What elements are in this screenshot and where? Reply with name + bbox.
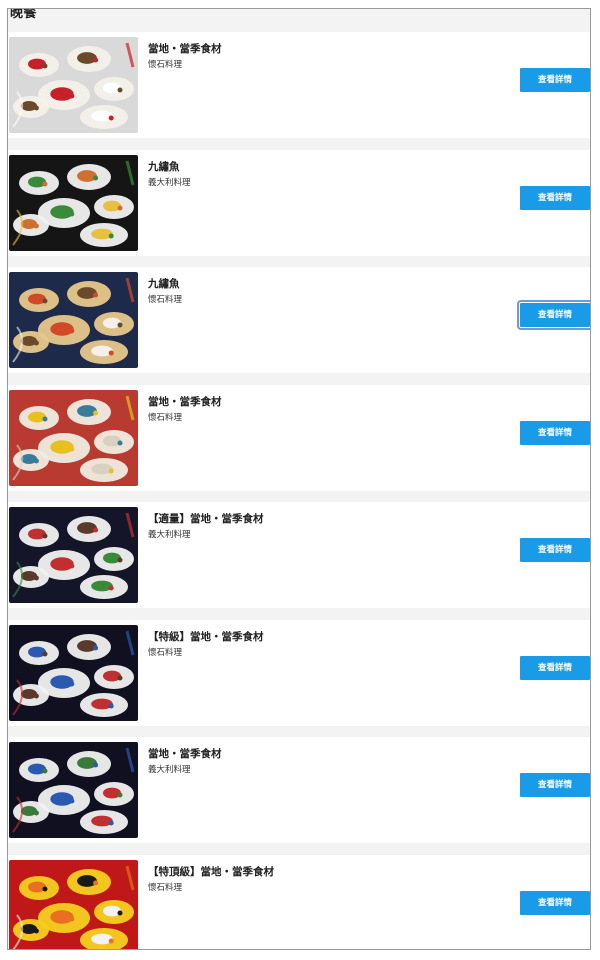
menu-item-card: 【特頂級】當地・當季食材 懷石料理查看詳情 bbox=[8, 854, 590, 949]
dish-title: 當地・當季食材 bbox=[148, 395, 222, 408]
view-details-button[interactable]: 查看詳情 bbox=[520, 185, 590, 210]
cuisine-type: 懷石料理 bbox=[148, 295, 183, 305]
menu-item-card: 【適量】當地・當季食材 義大利料理查看詳情 bbox=[8, 502, 590, 608]
view-details-button[interactable]: 查看詳情 bbox=[520, 538, 590, 562]
dish-photo-graphic bbox=[9, 742, 138, 838]
dish-title: 當地・當季食材 bbox=[148, 43, 222, 55]
dish-photo-graphic bbox=[9, 507, 138, 603]
dish-photo bbox=[9, 742, 138, 838]
dish-photo bbox=[9, 859, 138, 949]
dish-title: 【適量】當地・當季食材 bbox=[148, 513, 264, 525]
cuisine-type: 懷石料理 bbox=[148, 412, 183, 423]
cuisine-type: 懷石料理 bbox=[148, 647, 183, 658]
dish-photo-graphic bbox=[9, 859, 138, 949]
dish-photo bbox=[9, 154, 138, 251]
dish-photo-graphic bbox=[9, 154, 138, 251]
dish-title: 【特級】當地・當季食材 bbox=[148, 630, 264, 643]
cuisine-type: 義大利料理 bbox=[148, 765, 191, 775]
view-details-button[interactable]: 查看詳情 bbox=[520, 655, 590, 680]
dish-photo bbox=[9, 37, 138, 133]
view-details-button[interactable]: 查看詳情 bbox=[517, 300, 590, 330]
cuisine-type: 義大利料理 bbox=[148, 530, 191, 540]
dish-title: 當地・當季食材 bbox=[148, 748, 222, 760]
menu-item-card: 當地・當季食材 懷石料理查看詳情 bbox=[8, 384, 590, 491]
dish-photo-graphic bbox=[9, 272, 138, 368]
view-details-button[interactable]: 查看詳情 bbox=[520, 68, 590, 92]
cuisine-type: 懷石料理 bbox=[148, 60, 183, 70]
menu-item-card: 當地・當季食材 懷石料理查看詳情 bbox=[8, 32, 590, 138]
dish-photo bbox=[9, 272, 138, 368]
view-details-button[interactable]: 查看詳情 bbox=[520, 773, 590, 797]
dish-title: 【特頂級】當地・當季食材 bbox=[148, 865, 274, 878]
dish-photo bbox=[9, 624, 138, 721]
dish-title: 九繡魚 bbox=[148, 278, 180, 290]
dish-title: 九繡魚 bbox=[148, 160, 180, 173]
menu-item-card: 當地・當季食材 義大利料理查看詳情 bbox=[8, 737, 590, 843]
dish-photo-graphic bbox=[9, 37, 138, 133]
menu-item-card: 九繡魚懷石料理查看詳情 bbox=[8, 267, 590, 373]
section-title: 晚餐 bbox=[10, 8, 38, 21]
menu-item-card: 【特級】當地・當季食材 懷石料理查看詳情 bbox=[8, 619, 590, 726]
cuisine-type: 義大利料理 bbox=[148, 177, 191, 188]
view-details-button[interactable]: 查看詳情 bbox=[520, 890, 590, 915]
dish-photo bbox=[9, 389, 138, 486]
dinner-section: 晚餐 當地・當季食材 懷石料理 查看詳情 九繡魚 義大利料理 查看詳情 九繡魚 懷石料理 查看詳… bbox=[7, 8, 591, 950]
dish-photo bbox=[9, 507, 138, 603]
cuisine-type: 懷石料理 bbox=[148, 882, 183, 893]
dish-photo-graphic bbox=[9, 389, 138, 486]
menu-item-card: 九繡魚義大利料理查看詳情 bbox=[8, 149, 590, 256]
view-details-button[interactable]: 查看詳情 bbox=[520, 420, 590, 445]
dish-photo-graphic bbox=[9, 624, 138, 721]
